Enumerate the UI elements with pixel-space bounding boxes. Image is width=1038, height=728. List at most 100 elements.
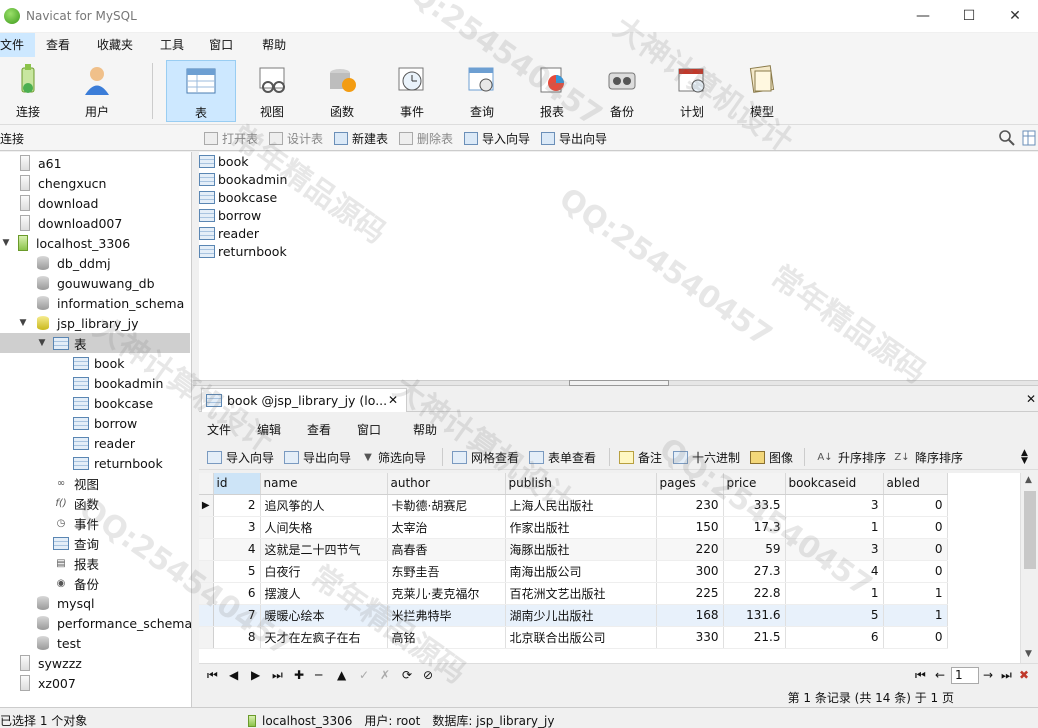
cell-publish[interactable]: 海豚出版社 — [505, 538, 657, 561]
add-record-icon[interactable]: ✚ — [294, 668, 304, 682]
tree-events-node[interactable]: ◷ 事件 — [53, 513, 99, 533]
cell-id[interactable]: 4 — [213, 538, 261, 561]
cell-id[interactable]: 7 — [213, 604, 261, 627]
cell-author[interactable]: 卡勒德·胡赛尼 — [387, 494, 506, 517]
column-header-abled[interactable]: abled — [883, 473, 948, 495]
tree-backups-node[interactable]: ◉ 备份 — [53, 573, 99, 593]
column-header-pages[interactable]: pages — [656, 473, 724, 495]
maximize-button[interactable]: ☐ — [946, 0, 992, 32]
cell-id[interactable]: 6 — [213, 582, 261, 605]
cell-author[interactable]: 高春香 — [387, 538, 506, 561]
tree-database-test[interactable]: test — [37, 633, 81, 653]
cell-name[interactable]: 白夜行 — [260, 560, 388, 583]
cell-pages[interactable]: 220 — [656, 538, 724, 561]
cell-name[interactable]: 这就是二十四节气 — [260, 538, 388, 561]
cell-name[interactable]: 人间失格 — [260, 516, 388, 539]
cell-bookcaseid[interactable]: 4 — [785, 560, 884, 583]
refresh-icon[interactable]: ⟳ — [402, 668, 412, 682]
menu-favorites[interactable]: 收藏夹 — [81, 33, 144, 57]
hex-button[interactable]: 十六进制 — [673, 449, 740, 466]
cell-abled[interactable]: 0 — [883, 494, 948, 517]
detail-view-icon[interactable] — [1022, 129, 1036, 147]
menu-help[interactable]: 帮助 — [244, 33, 297, 57]
inner-menu-help[interactable]: 帮助 — [413, 421, 437, 438]
row-header[interactable] — [199, 604, 214, 627]
cell-abled[interactable]: 0 — [883, 560, 948, 583]
cancel-x-icon[interactable]: ✗ — [380, 668, 390, 682]
tree-reports-node[interactable]: ▤ 报表 — [53, 553, 99, 573]
apply-change-icon[interactable]: ▲ — [337, 668, 346, 682]
table-row[interactable]: 6 摆渡人 克莱儿·麦克福尔 百花洲文艺出版社 225 22.8 1 1 — [199, 582, 948, 605]
model-button[interactable]: 模型 — [727, 60, 797, 122]
tree-database-gouwuwang[interactable]: gouwuwang_db — [37, 273, 155, 293]
column-header-id[interactable]: id — [213, 473, 261, 495]
function-button[interactable]: 函数 — [307, 60, 377, 122]
object-item-bookcase[interactable]: bookcase — [199, 188, 277, 206]
menu-window[interactable]: 窗口 — [195, 33, 244, 57]
column-header-price[interactable]: price — [723, 473, 786, 495]
form-view-button[interactable]: 表单查看 — [529, 449, 596, 466]
tree-connection-sywzzz[interactable]: sywzzz — [20, 653, 82, 673]
settings-tools-icon[interactable]: ✖ — [1019, 668, 1029, 682]
close-button[interactable]: ✕ — [992, 0, 1038, 32]
cell-bookcaseid[interactable]: 6 — [785, 626, 884, 649]
cell-abled[interactable]: 1 — [883, 582, 948, 605]
menu-view[interactable]: 查看 — [35, 33, 81, 57]
row-header[interactable] — [199, 626, 214, 649]
cell-pages[interactable]: 230 — [656, 494, 724, 517]
cell-price[interactable]: 17.3 — [723, 516, 786, 539]
import-wizard-button[interactable]: 导入向导 — [464, 130, 530, 147]
cell-publish[interactable]: 湖南少儿出版社 — [505, 604, 657, 627]
tree-queries-node[interactable]: 查询 — [53, 533, 99, 553]
cell-bookcaseid[interactable]: 3 — [785, 494, 884, 517]
user-button[interactable]: 用户 — [62, 60, 132, 122]
menu-tools[interactable]: 工具 — [144, 33, 195, 57]
cell-abled[interactable]: 0 — [883, 516, 948, 539]
cell-bookcaseid[interactable]: 1 — [785, 516, 884, 539]
tree-database-mysql[interactable]: mysql — [37, 593, 95, 613]
object-item-borrow[interactable]: borrow — [199, 206, 261, 224]
close-x-icon[interactable]: ✕ — [1026, 392, 1036, 406]
menu-file[interactable]: 文件 — [0, 33, 36, 57]
cell-bookcaseid[interactable]: 1 — [785, 582, 884, 605]
grid-view-button[interactable]: 网格查看 — [452, 449, 519, 466]
cell-price[interactable]: 131.6 — [723, 604, 786, 627]
cell-id[interactable]: 2 — [213, 494, 261, 517]
table-row[interactable]: 5 白夜行 东野圭吾 南海出版公司 300 27.3 4 0 — [199, 560, 948, 583]
event-button[interactable]: 事件 — [377, 60, 447, 122]
table-row[interactable]: 7 暖暖心绘本 米拦弗特毕 湖南少儿出版社 168 131.6 5 1 — [199, 604, 948, 627]
tree-database-db-ddmj[interactable]: db_ddmj — [37, 253, 111, 273]
cell-publish[interactable]: 南海出版公司 — [505, 560, 657, 583]
tree-functions-node[interactable]: f() 函数 — [53, 493, 99, 513]
current-row-pointer-icon[interactable]: ▶ — [199, 494, 214, 517]
memo-button[interactable]: 备注 — [619, 449, 662, 466]
cell-pages[interactable]: 225 — [656, 582, 724, 605]
prev-record-icon[interactable]: ◀ — [229, 668, 238, 682]
cell-id[interactable]: 3 — [213, 516, 261, 539]
chevron-down-icon[interactable]: ▼ — [17, 318, 29, 328]
page-number-input[interactable]: 1 — [951, 667, 979, 684]
scroll-down-icon[interactable]: ▼ — [1025, 649, 1032, 659]
cell-bookcaseid[interactable]: 3 — [785, 538, 884, 561]
sort-ascending-button[interactable]: A↓ 升序排序 — [817, 449, 886, 466]
cell-pages[interactable]: 150 — [656, 516, 724, 539]
search-icon[interactable] — [998, 129, 1016, 147]
tree-connection-a61[interactable]: a61 — [20, 153, 62, 173]
table-row[interactable]: 3 人间失格 太宰治 作家出版社 150 17.3 1 0 — [199, 516, 948, 539]
table-row[interactable]: ▶ 2 追风筝的人 卡勒德·胡赛尼 上海人民出版社 230 33.5 3 0 — [199, 494, 948, 517]
tree-connection-chengxucn[interactable]: chengxucn — [20, 173, 106, 193]
minimize-button[interactable]: — — [900, 0, 946, 32]
column-header-author[interactable]: author — [387, 473, 506, 495]
column-header-publish[interactable]: publish — [505, 473, 657, 495]
cell-price[interactable]: 59 — [723, 538, 786, 561]
cell-author[interactable]: 东野圭吾 — [387, 560, 506, 583]
column-header-name[interactable]: name — [260, 473, 388, 495]
cell-publish[interactable]: 作家出版社 — [505, 516, 657, 539]
cell-publish[interactable]: 上海人民出版社 — [505, 494, 657, 517]
cell-abled[interactable]: 1 — [883, 604, 948, 627]
export-wizard-button[interactable]: 导出向导 — [541, 130, 607, 147]
prev-page-icon[interactable]: ← — [935, 668, 945, 682]
tree-table-returnbook[interactable]: returnbook — [73, 453, 163, 473]
object-item-reader[interactable]: reader — [199, 224, 259, 242]
inner-export-wizard-button[interactable]: 导出向导 — [284, 449, 351, 466]
